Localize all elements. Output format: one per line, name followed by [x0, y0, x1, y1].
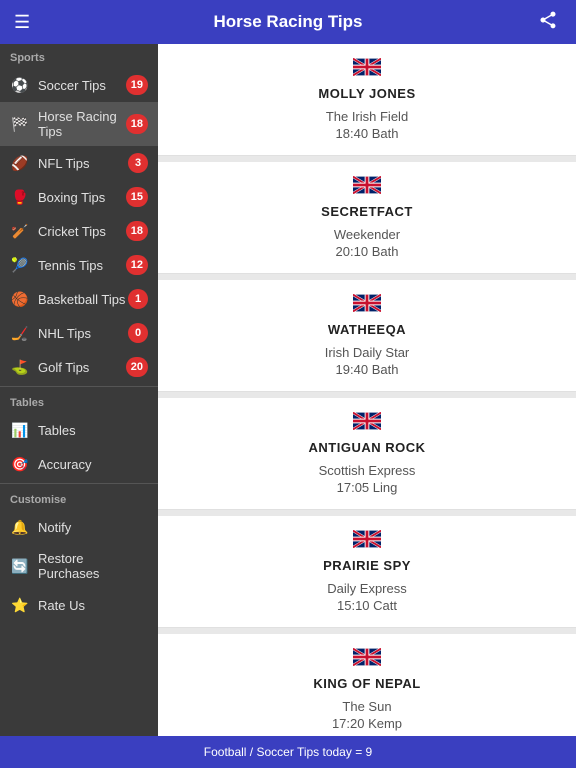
tip-flag	[353, 412, 381, 436]
sports-section-label: Sports	[0, 44, 158, 68]
tip-source: The Sun	[342, 699, 391, 714]
sidebar-item-tennis[interactable]: 🎾 Tennis Tips 12	[0, 248, 158, 282]
tips-list: MOLLY JONES The Irish Field 18:40 Bath S…	[158, 44, 576, 736]
sidebar-item-soccer[interactable]: ⚽ Soccer Tips 19	[0, 68, 158, 102]
cricket-icon: 🏏	[10, 221, 30, 241]
tennis-label: Tennis Tips	[38, 258, 126, 273]
tip-time: 17:05 Ling	[337, 480, 398, 495]
menu-icon[interactable]: ☰	[14, 12, 38, 33]
tip-flag	[353, 294, 381, 318]
sidebar-sports-list: ⚽ Soccer Tips 19 🏁 Horse Racing Tips 18 …	[0, 68, 158, 384]
sidebar-item-tables[interactable]: 📊 Tables	[0, 413, 158, 447]
tip-flag	[353, 176, 381, 200]
sidebar-item-restore[interactable]: 🔄 Restore Purchases	[0, 544, 158, 588]
customise-section-label: Customise	[0, 486, 158, 510]
tip-time: 20:10 Bath	[336, 244, 399, 259]
tip-source: Weekender	[334, 227, 400, 242]
tip-card[interactable]: ANTIGUAN ROCK Scottish Express 17:05 Lin…	[158, 398, 576, 510]
tip-time: 17:20 Kemp	[332, 716, 402, 731]
tip-name: KING OF NEPAL	[313, 676, 420, 691]
accuracy-icon: 🎯	[10, 454, 30, 474]
rate-label: Rate Us	[38, 598, 148, 613]
tip-card[interactable]: MOLLY JONES The Irish Field 18:40 Bath	[158, 44, 576, 156]
golf-label: Golf Tips	[38, 360, 126, 375]
cricket-badge: 18	[126, 221, 148, 241]
basketball-label: Basketball Tips	[38, 292, 128, 307]
soccer-badge: 19	[126, 75, 148, 95]
tennis-icon: 🎾	[10, 255, 30, 275]
sidebar-item-nfl[interactable]: 🏈 NFL Tips 3	[0, 146, 158, 180]
sidebar-item-accuracy[interactable]: 🎯 Accuracy	[0, 447, 158, 481]
sidebar-item-boxing[interactable]: 🥊 Boxing Tips 15	[0, 180, 158, 214]
main-layout: Sports ⚽ Soccer Tips 19 🏁 Horse Racing T…	[0, 44, 576, 736]
tip-time: 15:10 Catt	[337, 598, 397, 613]
tip-card[interactable]: KING OF NEPAL The Sun 17:20 Kemp	[158, 634, 576, 736]
nhl-badge: 0	[128, 323, 148, 343]
page-title: Horse Racing Tips	[38, 12, 538, 32]
share-icon[interactable]	[538, 10, 562, 35]
sidebar-item-golf[interactable]: ⛳ Golf Tips 20	[0, 350, 158, 384]
nfl-icon: 🏈	[10, 153, 30, 173]
tip-card[interactable]: SECRETFACT Weekender 20:10 Bath	[158, 162, 576, 274]
golf-icon: ⛳	[10, 357, 30, 377]
tip-flag	[353, 58, 381, 82]
sidebar-item-notify[interactable]: 🔔 Notify	[0, 510, 158, 544]
boxing-label: Boxing Tips	[38, 190, 126, 205]
app-header: ☰ Horse Racing Tips	[0, 0, 576, 44]
tennis-badge: 12	[126, 255, 148, 275]
tip-card[interactable]: WATHEEQA Irish Daily Star 19:40 Bath	[158, 280, 576, 392]
restore-label: Restore Purchases	[38, 551, 148, 581]
nfl-badge: 3	[128, 153, 148, 173]
horse-racing-icon: 🏁	[10, 114, 30, 134]
horse-racing-badge: 18	[126, 114, 148, 134]
tip-name: ANTIGUAN ROCK	[309, 440, 426, 455]
rate-icon: ⭐	[10, 595, 30, 615]
tip-time: 18:40 Bath	[336, 126, 399, 141]
tip-source: Irish Daily Star	[325, 345, 410, 360]
notify-icon: 🔔	[10, 517, 30, 537]
tip-card[interactable]: PRAIRIE SPY Daily Express 15:10 Catt	[158, 516, 576, 628]
tip-name: PRAIRIE SPY	[323, 558, 411, 573]
golf-badge: 20	[126, 357, 148, 377]
basketball-badge: 1	[128, 289, 148, 309]
tables-section-label: Tables	[0, 389, 158, 413]
tip-source: The Irish Field	[326, 109, 408, 124]
tip-name: MOLLY JONES	[318, 86, 415, 101]
tables-icon: 📊	[10, 420, 30, 440]
sidebar: Sports ⚽ Soccer Tips 19 🏁 Horse Racing T…	[0, 44, 158, 736]
boxing-icon: 🥊	[10, 187, 30, 207]
tip-flag	[353, 648, 381, 672]
tip-source: Scottish Express	[319, 463, 416, 478]
footer: Football / Soccer Tips today = 9	[0, 736, 576, 768]
nfl-label: NFL Tips	[38, 156, 128, 171]
sidebar-divider-2	[0, 483, 158, 484]
sidebar-item-nhl[interactable]: 🏒 NHL Tips 0	[0, 316, 158, 350]
sidebar-item-rate[interactable]: ⭐ Rate Us	[0, 588, 158, 622]
footer-text: Football / Soccer Tips today = 9	[204, 745, 372, 759]
tables-label: Tables	[38, 423, 148, 438]
tip-name: WATHEEQA	[328, 322, 406, 337]
accuracy-label: Accuracy	[38, 457, 148, 472]
nhl-icon: 🏒	[10, 323, 30, 343]
sidebar-item-basketball[interactable]: 🏀 Basketball Tips 1	[0, 282, 158, 316]
soccer-icon: ⚽	[10, 75, 30, 95]
sidebar-item-horse-racing[interactable]: 🏁 Horse Racing Tips 18	[0, 102, 158, 146]
soccer-label: Soccer Tips	[38, 78, 126, 93]
sidebar-divider-1	[0, 386, 158, 387]
nhl-label: NHL Tips	[38, 326, 128, 341]
restore-icon: 🔄	[10, 556, 30, 576]
tip-name: SECRETFACT	[321, 204, 413, 219]
basketball-icon: 🏀	[10, 289, 30, 309]
cricket-label: Cricket Tips	[38, 224, 126, 239]
sidebar-customise-list: 🔔 Notify 🔄 Restore Purchases ⭐ Rate Us	[0, 510, 158, 622]
notify-label: Notify	[38, 520, 148, 535]
sidebar-item-cricket[interactable]: 🏏 Cricket Tips 18	[0, 214, 158, 248]
tip-source: Daily Express	[327, 581, 406, 596]
tip-flag	[353, 530, 381, 554]
sidebar-tables-list: 📊 Tables 🎯 Accuracy	[0, 413, 158, 481]
horse-racing-label: Horse Racing Tips	[38, 109, 126, 139]
tip-time: 19:40 Bath	[336, 362, 399, 377]
boxing-badge: 15	[126, 187, 148, 207]
content-area: MOLLY JONES The Irish Field 18:40 Bath S…	[158, 44, 576, 736]
